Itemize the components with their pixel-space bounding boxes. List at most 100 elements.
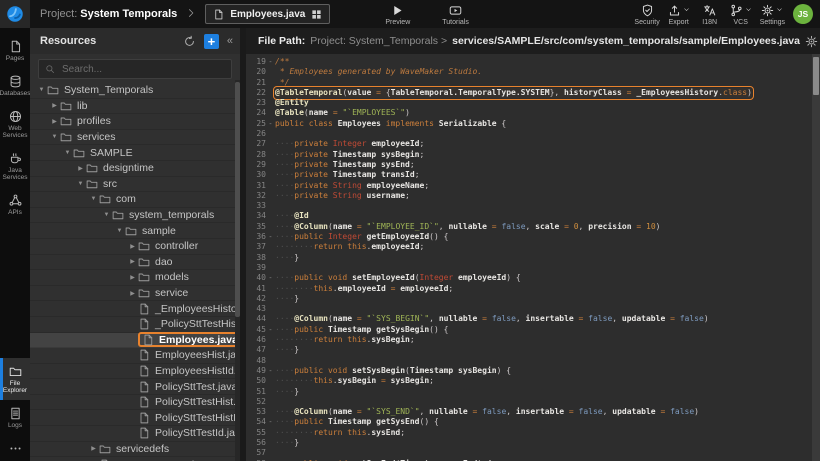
chevron-collapsed-icon[interactable]: ▶: [127, 290, 138, 297]
tree-item-policystttesthistory-java[interactable]: _PolicySttTestHistory.java: [30, 317, 240, 333]
code-line-21: 21 */: [246, 78, 820, 88]
settings-icon[interactable]: [805, 35, 818, 48]
tree-item-policystttest-java[interactable]: PolicySttTest.java: [30, 379, 240, 395]
tree-item-employees-java[interactable]: Employees.java: [30, 333, 240, 349]
tab-employees-java[interactable]: Employees.java: [205, 4, 330, 24]
rail-item-label: FileExplorer: [3, 380, 27, 394]
code-line-56: 56····}: [246, 438, 820, 448]
editor-scrollbar-thumb[interactable]: [813, 57, 819, 95]
tree-item-sample[interactable]: ▼sample: [30, 223, 240, 239]
rail-item-apis[interactable]: APIs: [0, 187, 30, 222]
chevron-expanded-icon[interactable]: ▼: [114, 228, 125, 234]
project-name[interactable]: System Temporals: [80, 8, 177, 20]
topbar-action-vcs[interactable]: VCS: [726, 2, 756, 26]
chevron-expanded-icon[interactable]: ▼: [36, 87, 47, 93]
fold-marker[interactable]: -: [266, 325, 275, 335]
tree-item-src[interactable]: ▼src: [30, 177, 240, 193]
tree-item-service[interactable]: ▶service: [30, 286, 240, 302]
code-line-54: 54-····public Timestamp getSysEnd() {: [246, 417, 820, 427]
tree-item-lib[interactable]: ▶lib: [30, 99, 240, 115]
chevron-expanded-icon[interactable]: ▼: [101, 212, 112, 218]
topbar-action-settings[interactable]: Settings: [757, 2, 788, 26]
tree-item-system-temporals[interactable]: ▼system_temporals: [30, 208, 240, 224]
chevron-collapsed-icon[interactable]: ▶: [49, 102, 60, 109]
rail-item-file-explorer[interactable]: FileExplorer: [0, 358, 30, 400]
tree-item-label: com: [116, 193, 136, 205]
rail-item-databases[interactable]: Databases: [0, 68, 30, 103]
tree-scrollbar[interactable]: [235, 80, 240, 461]
tree-item-policystttesthist-java[interactable]: PolicySttTestHist.java: [30, 395, 240, 411]
chevron-expanded-icon[interactable]: ▼: [75, 181, 86, 187]
avatar[interactable]: JS: [793, 4, 813, 24]
tree-item-employeeshistory-java[interactable]: _EmployeesHistory.java: [30, 301, 240, 317]
tree-item-employeeshist-java[interactable]: EmployeesHist.java: [30, 348, 240, 364]
chevron-expanded-icon[interactable]: ▼: [62, 150, 73, 156]
code-text: /**: [275, 57, 289, 67]
add-resource-button[interactable]: +: [204, 34, 219, 49]
topbar-action-export[interactable]: Export: [664, 2, 694, 26]
fold-marker[interactable]: -: [266, 232, 275, 242]
chevron-expanded-icon[interactable]: ▼: [88, 196, 99, 202]
fold-marker[interactable]: -: [266, 119, 275, 129]
search-input[interactable]: [60, 63, 225, 76]
code-line-44: 44····@Column(name = "`SYS_BEGIN`", null…: [246, 314, 820, 324]
chevron-collapsed-icon[interactable]: ▶: [127, 243, 138, 250]
fold-marker[interactable]: -: [266, 417, 275, 427]
line-number: 26: [246, 129, 266, 139]
grid-icon[interactable]: [311, 9, 322, 20]
rail-item-label: JavaServices: [3, 167, 28, 181]
code-text: ····public void setEmployeeId(Integer em…: [275, 273, 521, 283]
chevron-expanded-icon[interactable]: ▼: [49, 134, 60, 140]
topbar-action-tutorials[interactable]: Tutorials: [439, 2, 472, 26]
tab-label: Employees.java: [230, 9, 305, 20]
tree-item-system-temporals[interactable]: ▼System_Temporals: [30, 83, 240, 99]
collapse-panel-icon[interactable]: «: [227, 35, 233, 47]
editor-scrollbar[interactable]: [812, 54, 820, 461]
tree-item-sample-procedures-mappings-json[interactable]: SAMPLE-procedures.mappings.json: [30, 457, 240, 461]
tree-item-policystttesthistid-java[interactable]: PolicySttTestHistId.java: [30, 410, 240, 426]
tree-scrollbar-thumb[interactable]: [235, 82, 240, 317]
topbar-action-i18n[interactable]: I18N: [695, 2, 725, 26]
code-line-36: 36-····public Integer getEmployeeId() {: [246, 232, 820, 242]
line-number: 28: [246, 150, 266, 160]
tree-item-policystttestid-java[interactable]: PolicySttTestId.java: [30, 426, 240, 442]
tree-item-employeeshistid-java[interactable]: EmployeesHistId.java: [30, 364, 240, 380]
chevron-collapsed-icon[interactable]: ▶: [127, 258, 138, 265]
topbar-action-security[interactable]: Security: [631, 2, 662, 26]
tree-item-sample[interactable]: ▼SAMPLE: [30, 145, 240, 161]
wavemaker-logo[interactable]: [0, 0, 30, 28]
refresh-icon[interactable]: [183, 35, 196, 48]
code-text: ····}: [275, 345, 299, 355]
tree-item-com[interactable]: ▼ com: [30, 192, 240, 208]
tree-item-designtime[interactable]: ▶designtime: [30, 161, 240, 177]
tree-item-controller[interactable]: ▶controller: [30, 239, 240, 255]
code-text: public class Employees implements Serial…: [275, 119, 506, 129]
rail-item-web-services[interactable]: WebServices: [0, 103, 30, 145]
topbar-action-preview[interactable]: Preview: [382, 2, 413, 26]
line-number: 47: [246, 345, 266, 355]
code-text: ····@Column(name = "`EMPLOYEE_ID`", null…: [275, 222, 660, 232]
tree-item-services[interactable]: ▼services: [30, 130, 240, 146]
fold-marker[interactable]: -: [266, 57, 275, 67]
fold-marker[interactable]: -: [266, 273, 275, 283]
rail-item-more[interactable]: [0, 435, 30, 461]
rail-item-java-services[interactable]: JavaServices: [0, 145, 30, 187]
chevron-collapsed-icon[interactable]: ▶: [49, 118, 60, 125]
code-editor[interactable]: 19-/**20 * Employees generated by WaveMa…: [246, 54, 820, 461]
rail-item-logs[interactable]: Logs: [0, 400, 30, 435]
topbar-action-label: Tutorials: [442, 19, 469, 26]
folder-icon: [112, 209, 124, 221]
code-text: @Entity: [275, 98, 309, 108]
tree-item-dao[interactable]: ▶dao: [30, 255, 240, 271]
rail-item-pages[interactable]: Pages: [0, 33, 30, 68]
tree-item-servicedefs[interactable]: ▶servicedefs: [30, 442, 240, 458]
chevron-collapsed-icon[interactable]: ▶: [75, 165, 86, 172]
tree-item-models[interactable]: ▶models: [30, 270, 240, 286]
chevron-collapsed-icon[interactable]: ▶: [88, 445, 99, 452]
fold-marker[interactable]: -: [266, 366, 275, 376]
file-icon: [138, 303, 150, 315]
chevron-down-icon: [776, 6, 783, 15]
project-label: Project:: [40, 8, 77, 20]
chevron-collapsed-icon[interactable]: ▶: [127, 274, 138, 281]
tree-item-profiles[interactable]: ▶profiles: [30, 114, 240, 130]
